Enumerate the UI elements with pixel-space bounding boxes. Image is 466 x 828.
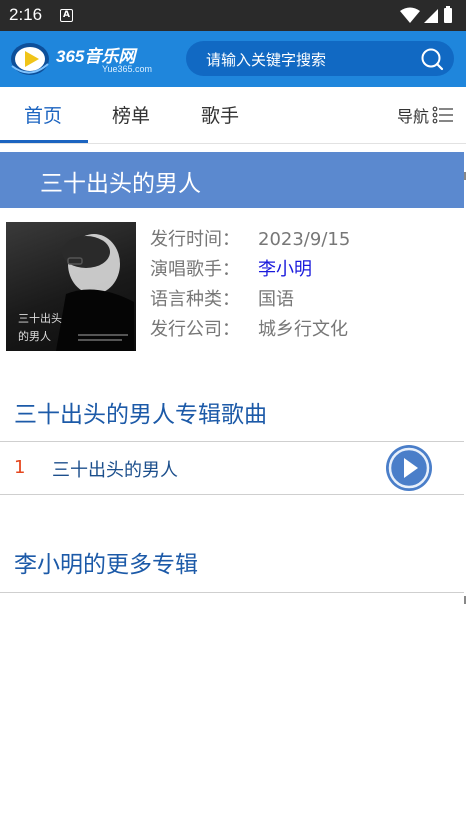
active-tab-indicator	[0, 140, 88, 143]
status-time: 2:16	[9, 5, 43, 24]
play-icon[interactable]	[385, 444, 433, 492]
notification-icon: A	[60, 9, 73, 22]
company-value: 城乡行文化	[258, 319, 348, 340]
app-header: 365音乐网 Yue365.com 请输入关键字搜索	[0, 31, 466, 87]
wifi-icon	[400, 7, 420, 23]
album-cover-image: 三十出头 的男人	[6, 222, 136, 351]
album-title-bar: 三十出头的男人	[0, 152, 464, 208]
svg-text:的男人: 的男人	[18, 329, 51, 343]
album-info: 发行时间： 2023/9/15 演唱歌手： 李小明 语言种类： 国语 发行公司： 城乡行…	[150, 225, 350, 345]
song-name[interactable]: 三十出头的男人	[52, 456, 178, 482]
song-row[interactable]: 1 三十出头的男人	[0, 442, 464, 494]
release-date-value: 2023/9/15	[258, 229, 351, 250]
company-label: 发行公司：	[150, 319, 240, 340]
nav-guide-label: 导航	[396, 107, 429, 126]
language-row: 语言种类： 国语	[150, 285, 350, 315]
singer-link[interactable]: 李小明	[258, 259, 312, 280]
tab-singers[interactable]: 歌手	[201, 101, 239, 128]
company-row: 发行公司： 城乡行文化	[150, 315, 350, 345]
singer-label: 演唱歌手：	[150, 259, 240, 280]
album-songs-heading: 三十出头的男人专辑歌曲	[14, 402, 267, 428]
release-date-label: 发行时间：	[150, 229, 240, 250]
tab-home[interactable]: 首页	[24, 101, 62, 128]
search-box[interactable]: 请输入关键字搜索	[186, 41, 454, 76]
release-date-row: 发行时间： 2023/9/15	[150, 225, 350, 255]
svg-text:三十出头: 三十出头	[18, 311, 62, 325]
language-value: 国语	[258, 289, 294, 310]
logo-play-icon	[11, 43, 49, 75]
more-albums-heading: 李小明的更多专辑	[14, 552, 198, 578]
nav-guide-button[interactable]: 导航	[397, 103, 454, 127]
menu-list-icon	[432, 106, 453, 124]
album-title: 三十出头的男人	[40, 171, 201, 197]
tab-charts[interactable]: 榜单	[112, 101, 150, 128]
divider	[0, 494, 464, 495]
search-icon[interactable]	[420, 47, 444, 71]
site-logo[interactable]: 365音乐网 Yue365.com	[10, 40, 160, 80]
battery-icon	[444, 8, 452, 23]
language-label: 语言种类：	[150, 289, 240, 310]
signal-icon	[424, 9, 438, 23]
singer-row: 演唱歌手： 李小明	[150, 255, 350, 285]
main-nav: 首页 榜单 歌手 导航	[0, 87, 466, 144]
status-bar: 2:16 A	[0, 0, 466, 31]
divider	[0, 592, 464, 593]
status-icons	[400, 6, 452, 23]
logo-subtext: Yue365.com	[102, 64, 153, 74]
search-input[interactable]: 请输入关键字搜索	[206, 49, 326, 70]
song-number: 1	[14, 457, 26, 478]
